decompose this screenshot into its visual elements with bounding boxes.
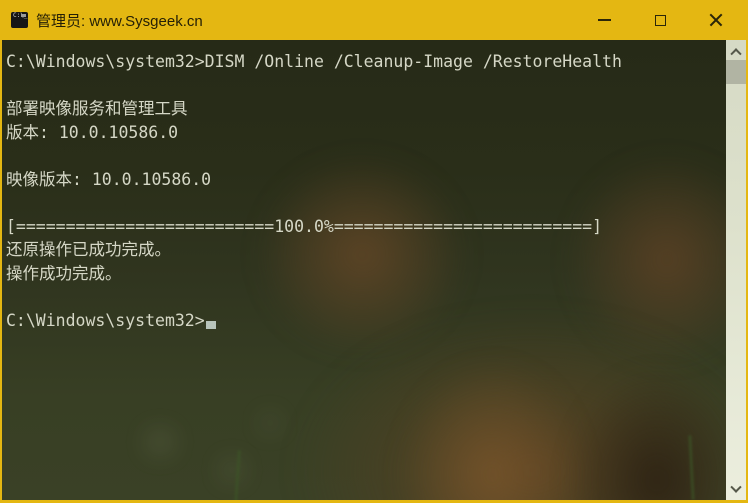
maximize-icon: [654, 14, 666, 26]
text-cursor: [205, 321, 216, 329]
console-line-op-success: 操作成功完成。: [6, 263, 122, 283]
console-line-image-version: 映像版本: 10.0.10586.0: [6, 169, 212, 189]
console-prompt-text: C:\Windows\system32>: [6, 310, 205, 330]
console-line-progress-bar: [==========================100.0%=======…: [6, 216, 603, 236]
title-bar[interactable]: C:\_ 管理员: www.Sysgeek.cn: [0, 0, 748, 40]
scrollbar-up-button[interactable]: [726, 42, 746, 59]
close-button[interactable]: [688, 0, 744, 40]
console-prompt-line[interactable]: C:\Windows\system32>: [6, 309, 722, 333]
console-output[interactable]: C:\Windows\system32>DISM /Online /Cleanu…: [6, 50, 722, 500]
console-line-command: C:\Windows\system32>DISM /Online /Cleanu…: [6, 52, 622, 71]
cmd-icon[interactable]: C:\_: [11, 12, 28, 28]
console-client-area[interactable]: C:\Windows\system32>DISM /Online /Cleanu…: [2, 40, 746, 500]
scrollbar-down-button[interactable]: [726, 481, 746, 498]
window-title: 管理员: www.Sysgeek.cn: [36, 12, 203, 30]
cmd-icon-bar: [21, 14, 26, 17]
command-prompt-window: C:\_ 管理员: www.Sysgeek.cn: [0, 0, 748, 503]
chevron-down-icon: [730, 481, 742, 493]
minimize-button[interactable]: [576, 0, 632, 40]
console-line-version: 版本: 10.0.10586.0: [6, 122, 179, 142]
console-line-tool-name: 部署映像服务和管理工具: [6, 99, 188, 118]
minimize-icon: [597, 19, 611, 21]
caption-buttons: [576, 0, 744, 40]
console-line-restore-success: 还原操作已成功完成。: [6, 240, 171, 259]
chevron-up-icon: [730, 47, 742, 59]
maximize-button[interactable]: [632, 0, 688, 40]
scrollbar-thumb[interactable]: [726, 60, 746, 84]
close-icon: [709, 13, 723, 27]
vertical-scrollbar[interactable]: [726, 40, 746, 500]
